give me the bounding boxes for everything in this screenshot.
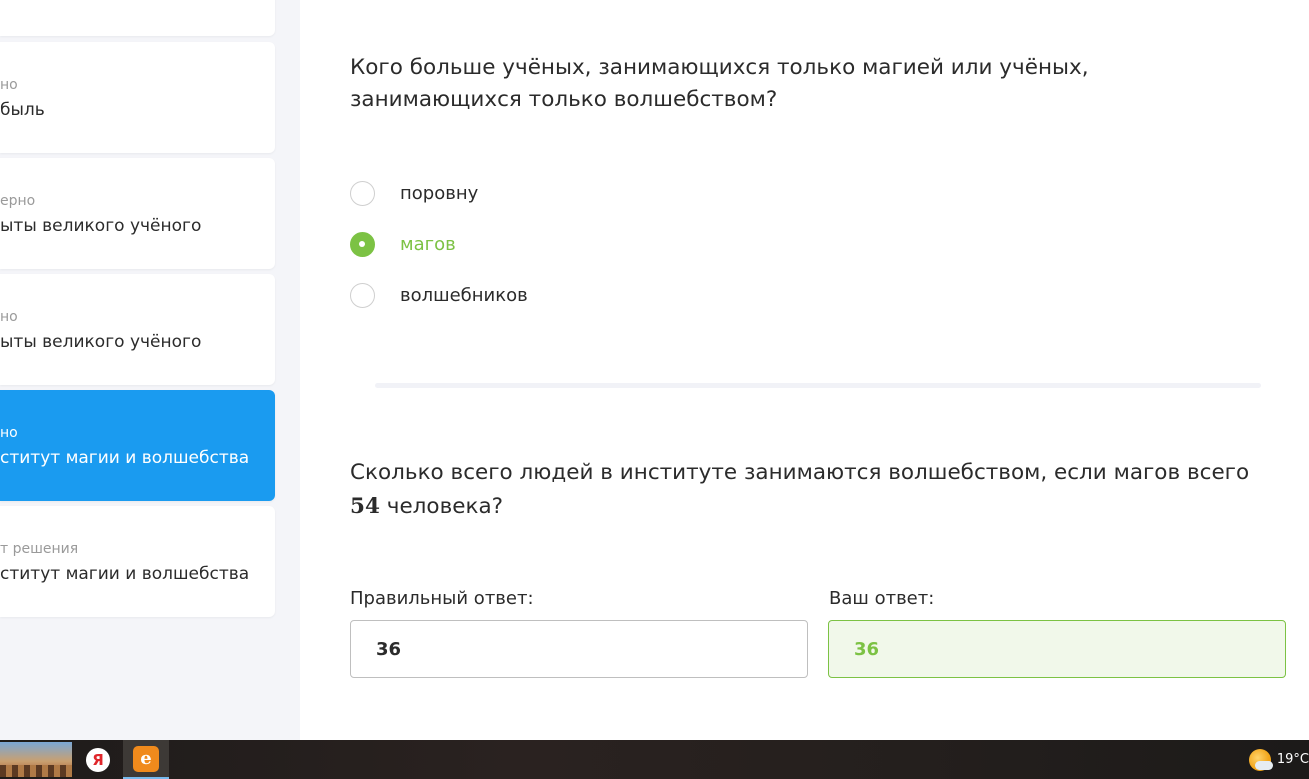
sidebar: но быль ерно ыты великого учёного но ыты… bbox=[0, 0, 300, 740]
sidebar-item-title: ститут магии и волшебства bbox=[0, 448, 250, 468]
sidebar-item-status: ерно bbox=[0, 193, 36, 209]
question-2-text-before: Сколько всего людей в институте занимают… bbox=[350, 460, 1250, 485]
sidebar-item-5[interactable]: т решения ститут магии и волшебства bbox=[0, 506, 275, 617]
sidebar-item-title: быль bbox=[0, 100, 45, 120]
sidebar-item-0[interactable] bbox=[0, 0, 275, 36]
radio-button[interactable] bbox=[350, 180, 375, 206]
user-answer-field: 36 bbox=[828, 620, 1286, 678]
option-label: поровну bbox=[400, 182, 479, 204]
sidebar-item-title: ститут магии и волшебства bbox=[0, 564, 250, 584]
yandex-browser-button[interactable]: Я bbox=[75, 740, 121, 779]
option-magov[interactable]: магов bbox=[350, 230, 456, 258]
question-1-text: Кого больше учёных, занимающихся только … bbox=[350, 55, 1089, 112]
question-2-text-after: человека? bbox=[379, 494, 504, 519]
sidebar-item-title: ыты великого учёного bbox=[0, 216, 202, 236]
sidebar-item-status: т решения bbox=[0, 541, 79, 557]
sidebar-item-status: но bbox=[0, 425, 18, 441]
e-app-button[interactable]: e bbox=[123, 740, 169, 779]
desktop-thumbnail[interactable] bbox=[0, 742, 72, 777]
sidebar-item-2[interactable]: ерно ыты великого учёного bbox=[0, 158, 275, 269]
sidebar-item-status: но bbox=[0, 77, 18, 93]
option-poravnu[interactable]: поровну bbox=[350, 179, 478, 207]
question-2-text: Сколько всего людей в институте занимают… bbox=[350, 456, 1250, 524]
correct-answer-label: Правильный ответ: bbox=[350, 588, 534, 609]
sidebar-item-4-active[interactable]: но ститут магии и волшебства bbox=[0, 390, 275, 501]
main-content: Кого больше учёных, занимающихся только … bbox=[300, 0, 1309, 740]
option-volshebnikov[interactable]: волшебников bbox=[350, 281, 528, 309]
yandex-browser-icon: Я bbox=[86, 747, 110, 772]
sidebar-item-title: ыты великого учёного bbox=[0, 332, 202, 352]
user-answer-label: Ваш ответ: bbox=[829, 588, 935, 609]
e-app-icon: e bbox=[133, 745, 159, 772]
section-divider bbox=[375, 383, 1261, 388]
option-label: магов bbox=[400, 233, 456, 255]
sidebar-item-1[interactable]: но быль bbox=[0, 42, 275, 153]
weather-temperature: 19°C bbox=[1276, 752, 1309, 767]
question-2-number: 54 bbox=[350, 494, 380, 519]
weather-widget[interactable]: 19°C bbox=[1248, 740, 1309, 779]
option-label: волшебников bbox=[400, 284, 528, 306]
correct-answer-field: 36 bbox=[350, 620, 808, 678]
radio-button[interactable] bbox=[350, 282, 375, 308]
sidebar-item-status: но bbox=[0, 309, 18, 325]
taskbar: Я e 19°C bbox=[0, 740, 1309, 779]
weather-sun-cloud-icon bbox=[1248, 748, 1273, 771]
sidebar-item-3[interactable]: но ыты великого учёного bbox=[0, 274, 275, 385]
radio-button-selected[interactable] bbox=[350, 231, 375, 257]
